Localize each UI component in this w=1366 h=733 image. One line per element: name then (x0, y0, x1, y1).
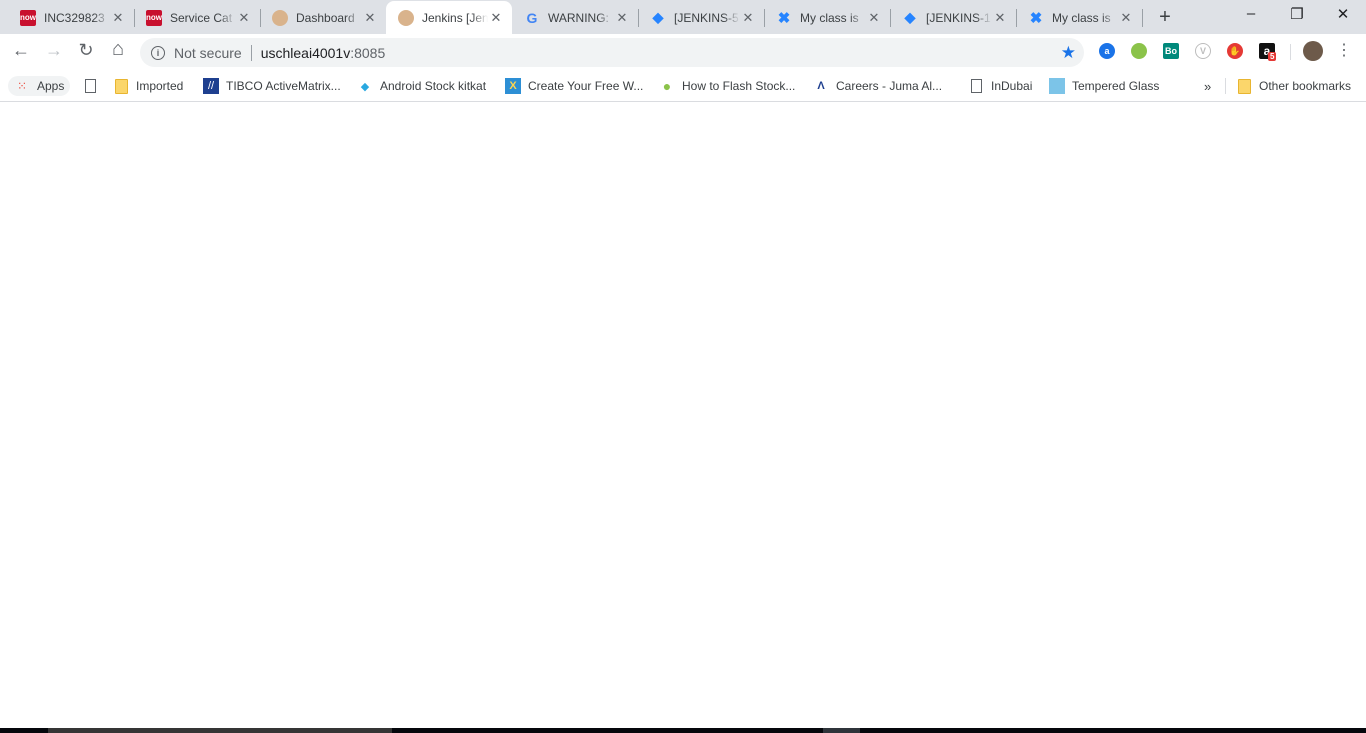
bookmark-android-stock[interactable]: ◆ Android Stock kitkat (357, 76, 486, 96)
badge-count: 5 (1268, 52, 1277, 61)
google-icon: G (526, 9, 538, 26)
bookmark-flash-stock[interactable]: ● How to Flash Stock... (659, 76, 796, 96)
home-button[interactable]: ⌂ (106, 38, 130, 61)
security-label[interactable]: Not secure (174, 45, 242, 61)
bookmark-label: Android Stock kitkat (380, 79, 487, 93)
tab-my-class[interactable]: ✖ My class is ✕ (764, 1, 890, 34)
bookmark-indubai[interactable]: InDubai (968, 76, 1032, 96)
reload-button[interactable]: ↻ (74, 40, 98, 61)
tab-jenkins-active[interactable]: Jenkins [Jen ✕ (386, 1, 512, 34)
folder-icon (1236, 78, 1252, 94)
restore-button[interactable]: ❐ (1274, 5, 1320, 23)
servicenow-icon: now (146, 9, 162, 26)
tab-title: Service Cat (170, 10, 233, 25)
tab-title: My class is (800, 10, 859, 25)
toolbar: ← → ↻ ⌂ i Not secure uschleai4001v:8085 … (0, 34, 1366, 70)
url-port[interactable]: :8085 (350, 45, 385, 61)
tab-inc[interactable]: now INC329823 ✕ (8, 1, 134, 34)
close-window-button[interactable]: ✕ (1320, 5, 1366, 23)
extension-icon[interactable]: ✋ (1227, 43, 1243, 59)
bookmark-label: Other bookmarks (1259, 79, 1352, 93)
tibco-icon: // (203, 78, 219, 94)
page-content (0, 103, 1366, 728)
extension-icon[interactable]: V (1195, 43, 1211, 59)
apps-button[interactable]: ⁙ Apps (8, 76, 71, 96)
bookmark-create-free[interactable]: X Create Your Free W... (505, 76, 643, 96)
back-button[interactable]: ← (9, 40, 33, 61)
jira-icon: ◆ (652, 9, 664, 25)
extension-icon[interactable]: a (1099, 43, 1115, 59)
tab-title: [JENKINS-5 (674, 10, 739, 25)
url-host[interactable]: uschleai4001v (261, 45, 351, 61)
close-tab-icon[interactable]: ✕ (740, 10, 756, 26)
tab-title: Dashboard (296, 10, 355, 25)
page-icon (82, 78, 98, 94)
bookmarks-bar: ⁙ Apps Imported // TIBCO ActiveMatrix... ◆… (0, 70, 1366, 102)
tab-dashboard[interactable]: Dashboard ✕ (260, 1, 386, 34)
jira-icon: ◆ (904, 9, 916, 25)
juma-logo-icon: Λ (817, 80, 825, 92)
bookmark-label: TIBCO ActiveMatrix... (226, 79, 341, 93)
tab-title: WARNING: (548, 10, 609, 25)
tab-title: INC329823 (44, 10, 105, 25)
x-logo-icon: X (505, 78, 521, 94)
tab-title: Jenkins [Jen (422, 10, 488, 25)
tab-my-class-2[interactable]: ✖ My class is ✕ (1016, 1, 1142, 34)
jenkins-icon (398, 9, 414, 26)
amazon-extension-icon[interactable]: a5 (1259, 43, 1277, 61)
other-bookmarks[interactable]: Other bookmarks (1236, 76, 1351, 96)
bookmark-blank-page[interactable] (82, 76, 105, 96)
tab-warning[interactable]: G WARNING: ✕ (512, 1, 638, 34)
close-tab-icon[interactable]: ✕ (614, 10, 630, 26)
tab-strip: now INC329823 ✕ now Service Cat ✕ Dashboard ✕… (0, 0, 1366, 34)
bookmarks-overflow-button[interactable]: » (1204, 76, 1211, 96)
bookmark-label: Tempered Glass (1072, 79, 1160, 93)
diamond-icon: ◆ (360, 80, 370, 93)
bookmark-tibco[interactable]: // TIBCO ActiveMatrix... (203, 76, 341, 96)
bookmark-tempered-glass[interactable]: Tempered Glass (1049, 76, 1159, 96)
apps-grid-icon: ⁙ (16, 79, 28, 93)
address-bar[interactable]: i Not secure uschleai4001v:8085 ★ (140, 38, 1084, 67)
bookmark-label: Imported (136, 79, 184, 93)
tab-jenkins-issue-5[interactable]: ◆ [JENKINS-5 ✕ (638, 1, 764, 34)
confluence-icon: ✖ (777, 9, 791, 27)
confluence-icon: ✖ (1029, 9, 1043, 27)
tab-service-catalog[interactable]: now Service Cat ✕ (134, 1, 260, 34)
close-tab-icon[interactable]: ✕ (110, 10, 126, 26)
close-tab-icon[interactable]: ✕ (488, 10, 504, 26)
profile-avatar[interactable] (1303, 41, 1323, 61)
close-tab-icon[interactable]: ✕ (866, 10, 882, 26)
tab-jenkins-issue-1[interactable]: ◆ [JENKINS-1 ✕ (890, 1, 1016, 34)
bookmark-careers-juma[interactable]: Λ Careers - Juma Al... (813, 76, 942, 96)
close-tab-icon[interactable]: ✕ (992, 10, 1008, 26)
close-tab-icon[interactable]: ✕ (362, 10, 378, 26)
bookmark-label: InDubai (991, 79, 1033, 93)
extension-icon[interactable]: Bo (1163, 43, 1179, 59)
extension-icon[interactable] (1131, 43, 1147, 59)
taskbar (0, 728, 1366, 733)
forward-button[interactable]: → (42, 40, 66, 61)
servicenow-icon: now (20, 9, 36, 26)
new-tab-button[interactable]: + (1155, 6, 1175, 29)
bookmark-star-icon[interactable]: ★ (1061, 43, 1076, 63)
image-icon (1049, 78, 1065, 94)
tab-title: My class is (1052, 10, 1111, 25)
bookmark-label: Create Your Free W... (528, 79, 644, 93)
close-tab-icon[interactable]: ✕ (1118, 10, 1134, 26)
close-tab-icon[interactable]: ✕ (236, 10, 252, 26)
tab-title: [JENKINS-1 (926, 10, 991, 25)
jenkins-icon (272, 9, 288, 26)
bookmark-imported[interactable]: Imported (113, 76, 183, 96)
info-icon[interactable]: i (151, 45, 165, 60)
folder-icon (113, 78, 129, 94)
menu-button[interactable]: ⋮ (1332, 40, 1356, 60)
bookmark-label: Careers - Juma Al... (836, 79, 943, 93)
page-icon (968, 78, 984, 94)
apps-label: Apps (37, 79, 65, 93)
android-icon: ● (662, 78, 672, 94)
minimize-button[interactable]: – (1228, 5, 1274, 22)
bookmark-label: How to Flash Stock... (682, 79, 796, 93)
